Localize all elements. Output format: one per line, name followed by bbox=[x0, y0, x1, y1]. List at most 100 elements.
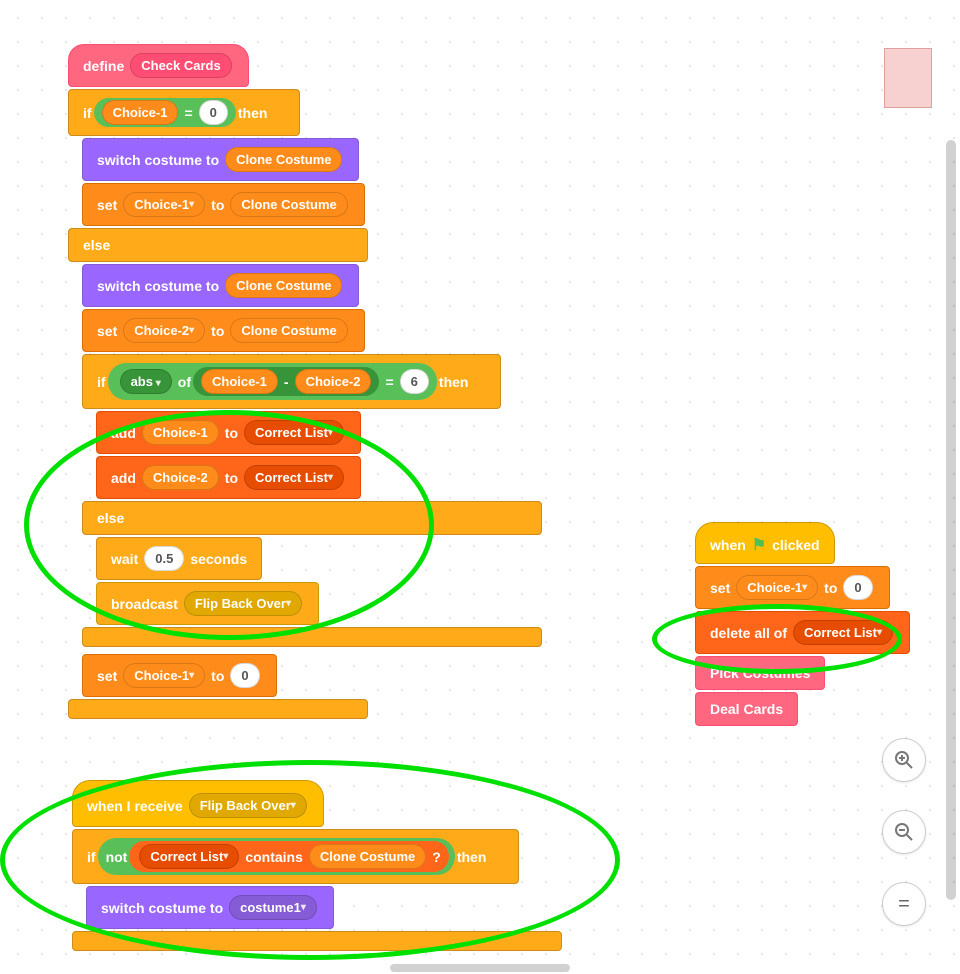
add-choice1-to-list[interactable]: add Choice-1 to Correct List bbox=[96, 411, 361, 454]
minus-label: - bbox=[284, 374, 289, 390]
when-flag-hat[interactable]: when ⚑ clicked bbox=[695, 522, 835, 564]
not-label: not bbox=[106, 849, 128, 865]
input-0[interactable]: 0 bbox=[199, 100, 228, 125]
input-0-c[interactable]: 0 bbox=[843, 575, 872, 600]
reporter-choice1-b[interactable]: Choice-1 bbox=[201, 369, 278, 394]
set-label-2: set bbox=[97, 323, 117, 339]
reporter-choice1-c[interactable]: Choice-1 bbox=[142, 420, 219, 445]
else-2[interactable]: else bbox=[82, 501, 542, 535]
define-label: define bbox=[83, 58, 124, 74]
else-1[interactable]: else bbox=[68, 228, 368, 262]
set-label-3: set bbox=[97, 668, 117, 684]
delete-all-list[interactable]: delete all of Correct List bbox=[695, 611, 910, 654]
input-6[interactable]: 6 bbox=[400, 369, 429, 394]
var-choice1-dd-2[interactable]: Choice-1 bbox=[123, 663, 205, 688]
pick-costumes-label: Pick Costumes bbox=[710, 665, 810, 681]
reporter-choice2-c[interactable]: Choice-2 bbox=[142, 465, 219, 490]
when-label: when bbox=[710, 537, 746, 553]
receive-msg-dd[interactable]: Flip Back Over bbox=[189, 793, 307, 818]
add-label: add bbox=[111, 425, 136, 441]
to-label-5: to bbox=[211, 668, 224, 684]
when-receive-label: when I receive bbox=[87, 798, 183, 814]
switch-costume-2[interactable]: switch costume to Clone Costume bbox=[82, 264, 359, 307]
call-pick-costumes[interactable]: Pick Costumes bbox=[695, 656, 825, 690]
wait-block[interactable]: wait 0.5 seconds bbox=[96, 537, 262, 580]
switch-label-3: switch costume to bbox=[101, 900, 223, 916]
var-choice2-dd[interactable]: Choice-2 bbox=[123, 318, 205, 343]
op-abs-dd[interactable]: abs bbox=[120, 369, 172, 394]
call-deal-cards[interactable]: Deal Cards bbox=[695, 692, 798, 726]
if-choice1-eq-0[interactable]: if Choice-1 = 0 then bbox=[68, 89, 300, 136]
zoom-in-icon bbox=[894, 750, 914, 770]
list-correct-dd[interactable]: Correct List bbox=[244, 420, 344, 445]
reporter-clone-costume-5[interactable]: Clone Costume bbox=[309, 844, 426, 869]
list-correct-dd-3[interactable]: Correct List bbox=[139, 844, 239, 869]
add-label-2: add bbox=[111, 470, 136, 486]
set-choice1-flag[interactable]: set Choice-1 to 0 bbox=[695, 566, 890, 609]
reporter-clone-costume-4[interactable]: Clone Costume bbox=[230, 318, 347, 343]
stack-flip-back[interactable]: when I receive Flip Back Over if not Cor… bbox=[72, 780, 562, 958]
delete-all-label: delete all of bbox=[710, 625, 787, 641]
set-choice1-reset[interactable]: set Choice-1 to 0 bbox=[82, 654, 277, 697]
switch-costume-3[interactable]: switch costume to costume1 bbox=[86, 886, 334, 929]
reporter-clone-costume-2[interactable]: Clone Costume bbox=[230, 192, 347, 217]
then-label-2: then bbox=[439, 374, 469, 390]
else-label: else bbox=[83, 237, 110, 253]
switch-costume-1[interactable]: switch costume to Clone Costume bbox=[82, 138, 359, 181]
zoom-in-button[interactable] bbox=[882, 738, 926, 782]
zoom-out-icon bbox=[894, 822, 914, 842]
add-choice2-to-list[interactable]: add Choice-2 to Correct List bbox=[96, 456, 361, 499]
of-label: of bbox=[178, 374, 191, 390]
if2-end[interactable] bbox=[82, 627, 542, 647]
horizontal-scrollbar[interactable] bbox=[390, 964, 570, 972]
reporter-choice2-b[interactable]: Choice-2 bbox=[295, 369, 372, 394]
var-choice1-dd-3[interactable]: Choice-1 bbox=[736, 575, 818, 600]
set-label-4: set bbox=[710, 580, 730, 596]
clicked-label: clicked bbox=[772, 537, 819, 553]
to-label-2: to bbox=[211, 323, 224, 339]
broadcast-msg-dd[interactable]: Flip Back Over bbox=[184, 591, 302, 616]
green-flag-icon: ⚑ bbox=[752, 535, 766, 555]
zoom-reset-button[interactable]: = bbox=[882, 882, 926, 926]
if-label-3: if bbox=[87, 849, 96, 865]
if3-end[interactable] bbox=[72, 931, 562, 951]
stack-check-cards[interactable]: define Check Cards if Choice-1 = 0 then … bbox=[68, 44, 542, 726]
input-wait-secs[interactable]: 0.5 bbox=[144, 546, 184, 571]
switch-label: switch costume to bbox=[97, 152, 219, 168]
if-label-2: if bbox=[97, 374, 106, 390]
reporter-choice-1[interactable]: Choice-1 bbox=[102, 100, 179, 125]
var-choice1-dd[interactable]: Choice-1 bbox=[123, 192, 205, 217]
to-label: to bbox=[211, 197, 224, 213]
contains-label: contains bbox=[245, 849, 303, 865]
to-label-4: to bbox=[225, 470, 238, 486]
deal-cards-label: Deal Cards bbox=[710, 701, 783, 717]
list-correct-dd-2[interactable]: Correct List bbox=[244, 465, 344, 490]
broadcast-label: broadcast bbox=[111, 596, 178, 612]
to-label-3: to bbox=[225, 425, 238, 441]
vertical-scrollbar[interactable] bbox=[946, 140, 956, 900]
stack-flag[interactable]: when ⚑ clicked set Choice-1 to 0 delete … bbox=[695, 522, 910, 728]
set-choice2[interactable]: set Choice-2 to Clone Costume bbox=[82, 309, 365, 352]
eq-label: = bbox=[184, 105, 192, 121]
if-not-contains[interactable]: if not Correct List contains Clone Costu… bbox=[72, 829, 519, 884]
seconds-label: seconds bbox=[190, 551, 247, 567]
when-receive-hat[interactable]: when I receive Flip Back Over bbox=[72, 780, 324, 827]
scripts-canvas[interactable]: define Check Cards if Choice-1 = 0 then … bbox=[0, 0, 960, 974]
wait-label: wait bbox=[111, 551, 138, 567]
costume1-dd[interactable]: costume1 bbox=[229, 895, 317, 920]
zoom-out-button[interactable] bbox=[882, 810, 926, 854]
list-correct-dd-4[interactable]: Correct List bbox=[793, 620, 893, 645]
reporter-clone-costume-3[interactable]: Clone Costume bbox=[225, 273, 342, 298]
reporter-clone-costume[interactable]: Clone Costume bbox=[225, 147, 342, 172]
broadcast-block[interactable]: broadcast Flip Back Over bbox=[96, 582, 319, 625]
if1-end[interactable] bbox=[68, 699, 368, 719]
input-0-b[interactable]: 0 bbox=[230, 663, 259, 688]
then-label: then bbox=[238, 105, 268, 121]
set-choice1[interactable]: set Choice-1 to Clone Costume bbox=[82, 183, 365, 226]
sprite-thumbnail[interactable] bbox=[884, 48, 932, 108]
if-label: if bbox=[83, 105, 92, 121]
switch-label-2: switch costume to bbox=[97, 278, 219, 294]
define-proc-name: Check Cards bbox=[130, 53, 231, 78]
define-hat[interactable]: define Check Cards bbox=[68, 44, 249, 87]
if-abs-eq-6[interactable]: if abs of Choice-1 - Choice-2 = 6 then bbox=[82, 354, 501, 409]
